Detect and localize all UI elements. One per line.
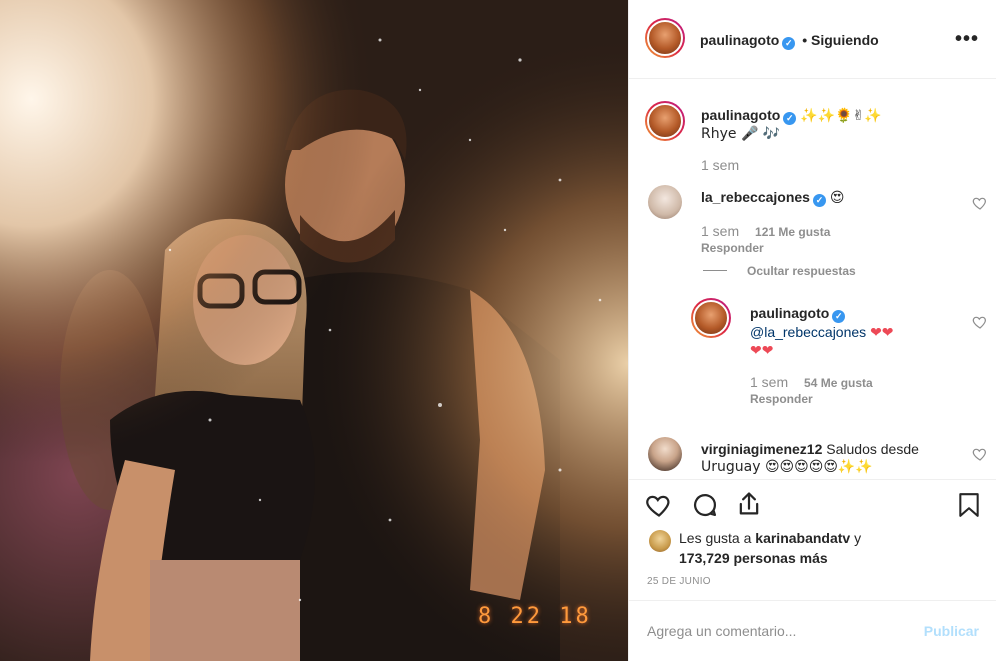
like-reply-heart-icon[interactable] bbox=[972, 314, 988, 330]
comment-likes[interactable]: 121 Me gusta bbox=[755, 225, 830, 239]
caption-username[interactable]: paulinagoto bbox=[701, 107, 780, 123]
comment-bubble-icon[interactable] bbox=[691, 491, 719, 519]
post-header: paulinagoto ✓ • Siguiendo ••• bbox=[629, 0, 996, 79]
header-user-line: paulinagoto ✓ • Siguiendo bbox=[700, 32, 879, 50]
comment-text: 😍 bbox=[829, 190, 845, 206]
caption-avatar[interactable] bbox=[645, 101, 685, 141]
reply-meta: 1 sem 54 Me gusta bbox=[750, 374, 950, 390]
comment-la-rebeccajones: la_rebeccajones ✓ 😍 1 sem 121 Me gusta Re… bbox=[701, 188, 951, 255]
publish-button[interactable]: Publicar bbox=[924, 623, 979, 639]
save-bookmark-icon[interactable] bbox=[956, 491, 982, 519]
like-heart-icon[interactable] bbox=[645, 491, 673, 519]
reply-text: ❤❤ bbox=[870, 325, 894, 341]
verified-badge-icon: ✓ bbox=[812, 194, 826, 207]
liker-avatar[interactable] bbox=[649, 530, 671, 552]
likes-summary: Les gusta a karinabandatv y 173,729 pers… bbox=[679, 528, 979, 568]
reply-button[interactable]: Responder bbox=[701, 241, 951, 255]
post-sidebar: paulinagoto ✓ • Siguiendo ••• paulinagoto… bbox=[628, 0, 996, 661]
reply-paulinagoto: paulinagoto ✓ @la_rebeccajones ❤❤ ❤❤ 1 se… bbox=[750, 304, 950, 406]
like-comment-heart-icon[interactable] bbox=[972, 446, 988, 462]
comment-username[interactable]: la_rebeccajones bbox=[701, 189, 810, 205]
post-photo[interactable]: 8 22 18 bbox=[0, 0, 628, 661]
comment-avatar-la-rebeccajones[interactable] bbox=[648, 185, 682, 219]
author-avatar-image bbox=[647, 20, 683, 56]
likes-prefix: Les gusta a bbox=[679, 530, 752, 546]
caption-text: Rhye 🎤 🎶 bbox=[701, 126, 781, 142]
reply-avatar-paulinagoto[interactable] bbox=[691, 298, 731, 338]
likes-others[interactable]: 173,729 personas más bbox=[679, 550, 828, 566]
reply-time[interactable]: 1 sem bbox=[750, 374, 788, 390]
comments-list[interactable]: paulinagoto ✓ ✨✨🌻✌✨ Rhye 🎤 🎶 1 sem la_reb… bbox=[629, 80, 996, 478]
reply-username[interactable]: paulinagoto bbox=[750, 305, 829, 321]
reply-avatar-image bbox=[693, 300, 729, 336]
comment-virginiagimenez12: virginiagimenez12 Saludos desde Uruguay … bbox=[701, 440, 961, 476]
header-username[interactable]: paulinagoto bbox=[700, 32, 779, 48]
caption-emojis: ✨✨🌻✌✨ bbox=[800, 108, 882, 124]
post-actions: Les gusta a karinabandatv y 173,729 pers… bbox=[629, 479, 996, 661]
comment-composer: Publicar bbox=[629, 600, 996, 662]
photo-image bbox=[0, 0, 628, 661]
caption-avatar-image bbox=[647, 103, 683, 139]
photo-date-stamp: 8 22 18 bbox=[478, 604, 592, 629]
more-options-icon[interactable]: ••• bbox=[955, 28, 979, 51]
comment-meta: 1 sem 121 Me gusta bbox=[701, 223, 951, 239]
reply-button[interactable]: Responder bbox=[750, 392, 950, 406]
likes-suffix: y bbox=[854, 530, 862, 546]
caption: paulinagoto ✓ ✨✨🌻✌✨ Rhye 🎤 🎶 1 sem bbox=[701, 106, 971, 173]
comment-avatar-virginiagimenez12[interactable] bbox=[648, 437, 682, 471]
reply-text-line2: ❤❤ bbox=[750, 343, 774, 359]
verified-badge-icon: ✓ bbox=[832, 310, 846, 323]
hide-replies-button[interactable]: Ocultar respuestas bbox=[747, 264, 856, 278]
post-date[interactable]: 25 DE JUNIO bbox=[647, 576, 711, 587]
header-separator: • bbox=[802, 32, 808, 48]
follow-status-button[interactable]: Siguiendo bbox=[811, 32, 879, 48]
comment-time[interactable]: 1 sem bbox=[701, 223, 739, 239]
instagram-post: 8 22 18 paulinagoto ✓ • Siguiendo ••• pau… bbox=[0, 0, 996, 661]
reply-mention[interactable]: @la_rebeccajones bbox=[750, 324, 866, 340]
hide-replies-line bbox=[703, 270, 727, 271]
comment-text: Saludos desde bbox=[826, 441, 919, 457]
author-avatar[interactable] bbox=[645, 18, 685, 58]
comment-text-line2: Uruguay 😍😍😍😍😍✨✨ bbox=[701, 459, 873, 475]
like-comment-heart-icon[interactable] bbox=[972, 195, 988, 211]
caption-time[interactable]: 1 sem bbox=[701, 157, 971, 173]
comment-input[interactable] bbox=[647, 619, 907, 643]
verified-badge-icon: ✓ bbox=[783, 112, 797, 125]
likes-user[interactable]: karinabandatv bbox=[755, 530, 850, 546]
reply-likes[interactable]: 54 Me gusta bbox=[804, 376, 873, 390]
verified-badge-icon: ✓ bbox=[782, 37, 796, 50]
comment-username[interactable]: virginiagimenez12 bbox=[701, 441, 822, 457]
share-icon[interactable] bbox=[735, 490, 763, 518]
